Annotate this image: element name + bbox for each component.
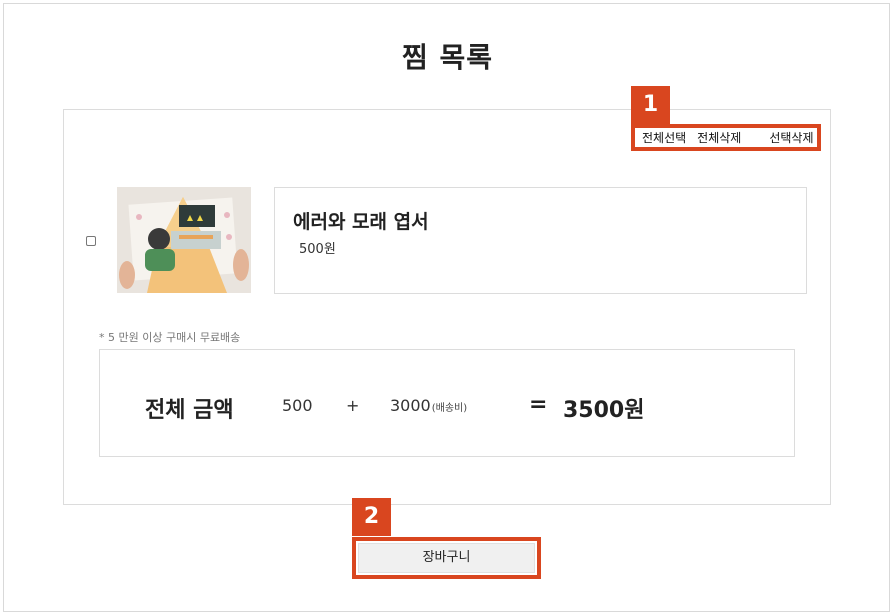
equals-sign: = [529,392,548,417]
order-total-box: 전체 금액 500 + 3000(배송비) = 3500원 [99,349,795,457]
plus-sign: + [346,396,360,415]
item-checkbox[interactable] [86,236,96,246]
product-price: 500원 [299,242,336,257]
shipping-amount: 3000 [390,396,431,415]
shipping-fee-note: (배송비) [431,403,468,414]
product-card[interactable]: 에러와 모래 엽서 500원 [274,187,807,294]
total-label: 전체 금액 [145,398,234,423]
add-to-cart-button[interactable]: 장바구니 [358,543,535,573]
annotation-badge-2: 2 [352,498,391,536]
annotation-badge-1: 1 [631,86,670,124]
cart-button-highlight: 장바구니 [352,537,541,579]
wishlist-action-bar: 전체선택 전체삭제 선택삭제 [631,124,821,151]
page-title: 찜 목록 [401,41,494,74]
delete-selected-button[interactable]: 선택삭제 [769,129,813,146]
shipping-fee: 3000(배송비) [390,396,467,415]
select-all-button[interactable]: 전체선택 [642,129,686,146]
grand-total: 3500원 [563,398,645,423]
free-shipping-note: * 5 만원 이상 구매시 무료배송 [99,331,241,344]
product-name[interactable]: 에러와 모래 엽서 [293,207,429,234]
delete-all-button[interactable]: 전체삭제 [697,129,741,146]
subtotal-amount: 500 [282,396,313,415]
product-thumbnail [117,187,251,293]
